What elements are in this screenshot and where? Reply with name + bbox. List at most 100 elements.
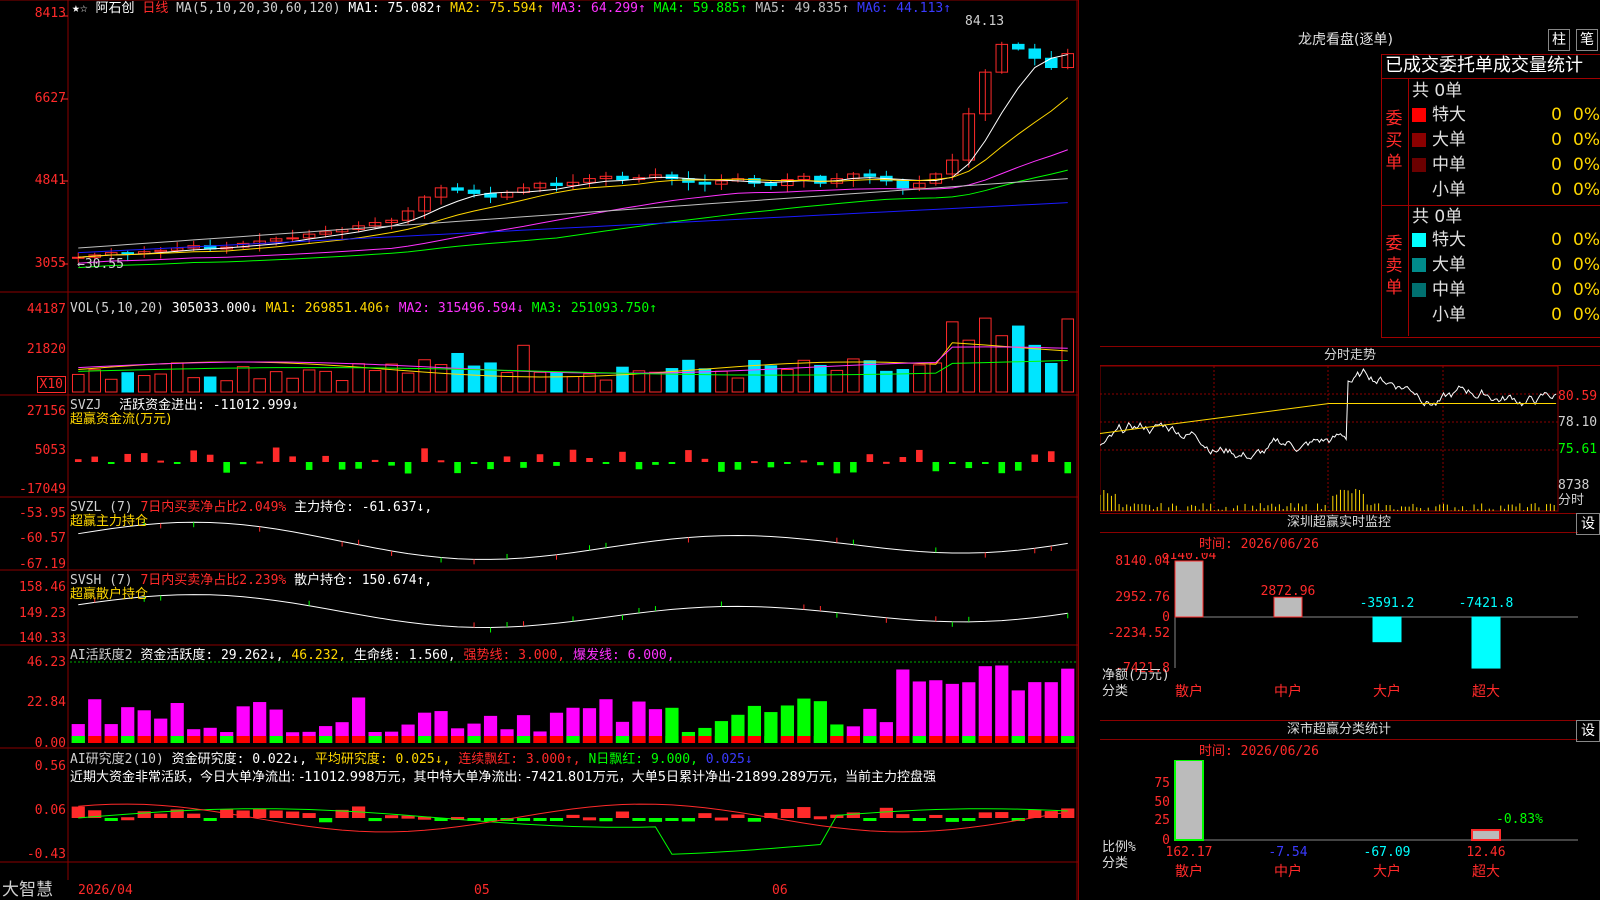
category-label: 超大 [1472, 684, 1500, 700]
lhb-subtitle: 已成交委托单成交量统计 [1385, 55, 1583, 76]
sell-side-label: 委卖单 [1385, 234, 1403, 298]
category-label: 中户 [1274, 863, 1302, 880]
sz-stats-time: 时间: 2026/06/26 [1199, 744, 1319, 759]
flow-bar [421, 448, 428, 462]
flow-bar [1014, 462, 1022, 471]
ma6-value: MA6: 44.113↑ [857, 1, 952, 16]
flow-bar [520, 462, 527, 468]
category-label: 中户 [1274, 683, 1302, 700]
ytick: -17049 [19, 482, 66, 497]
svzl-line [78, 521, 1068, 560]
tick-mode-button[interactable]: 笔 [1576, 29, 1598, 51]
research-bar [368, 818, 382, 822]
order-row: 特大 0 0% [1412, 104, 1600, 126]
candle [467, 189, 481, 194]
flow-bar [932, 462, 940, 472]
sz-monitor-settings-button[interactable]: 设 [1576, 513, 1600, 535]
volume-bar [896, 369, 910, 393]
svsh-sub: 超赢散户持仓 [70, 587, 149, 602]
ytick: 8413 [34, 6, 66, 21]
buy-total: 共 0单 [1412, 81, 1463, 101]
volume-bar [682, 359, 695, 393]
activity-base [302, 736, 316, 743]
volume-bar [302, 369, 316, 393]
order-label: 特大 [1432, 230, 1466, 250]
flow-bar [338, 462, 346, 470]
activity-base [863, 736, 877, 743]
intraday-chart[interactable] [1100, 366, 1600, 512]
activity-base [154, 736, 168, 743]
ytick: 46.23 [26, 655, 66, 670]
volume-bar [418, 359, 431, 393]
sz-monitor-time: 时间: 2026/06/26 [1199, 537, 1319, 552]
ytick: 44187 [26, 302, 66, 317]
svsh-header: SVSH (7) 7日内买卖净占比2.239% 散户持仓: 150.674↑, [70, 573, 432, 588]
star-icon[interactable]: ★☆ [72, 1, 88, 16]
order-count: 0 [1551, 280, 1562, 300]
svzj-header: SVZJ 活跃资金进出: -11012.999↓ [70, 398, 299, 413]
color-swatch [1412, 258, 1426, 272]
stock-name[interactable]: 阿石创 [95, 1, 134, 16]
research-bar [599, 818, 613, 822]
volume-bar [1012, 325, 1025, 393]
svzl-hold: 主力持仓: -61.637↓, [294, 500, 433, 515]
volume-bar [616, 366, 629, 393]
activity-bar [929, 680, 943, 743]
category-label: 超大 [1472, 864, 1500, 880]
candle [286, 237, 299, 240]
ytick: 140.33 [19, 631, 66, 646]
activity-base [483, 736, 498, 743]
activity-bar [978, 666, 992, 743]
flow-bar [866, 454, 874, 462]
order-row: 小单 0 0% [1412, 179, 1600, 201]
ai2-l2: 平均研究度: 0.025↓, [314, 752, 451, 767]
flow-bar [553, 462, 560, 466]
volume-bar [236, 366, 250, 393]
period-label[interactable]: 日线 [142, 1, 168, 16]
volume-bar [781, 368, 794, 393]
value-label: 162.17 [1166, 845, 1213, 860]
ytick: 0 [1162, 610, 1170, 625]
research-bar [879, 807, 893, 818]
brand-label[interactable]: 大智慧 [2, 880, 53, 900]
research-bar [71, 806, 85, 818]
sz-stats-settings-button[interactable]: 设 [1576, 720, 1600, 742]
activity-base [566, 736, 580, 743]
volume-bar [269, 371, 283, 393]
volume-bar [335, 380, 349, 393]
flow-bar [751, 461, 758, 464]
candle [1044, 57, 1058, 69]
volume-bar [451, 352, 464, 393]
research-bar [846, 812, 860, 818]
order-count: 0 [1551, 305, 1562, 325]
activity-base [714, 736, 729, 743]
volume-bar [863, 360, 877, 393]
ratio-bar [1174, 760, 1204, 841]
intraday-title: 分时走势 [1100, 346, 1600, 366]
volume-bar [566, 376, 580, 393]
volume-bar [913, 364, 926, 393]
activity-base [533, 736, 547, 743]
research-bar [269, 810, 283, 818]
volume-bar [929, 362, 943, 393]
svsh-hold: 散户持仓: 150.674↑, [294, 573, 433, 588]
research-bar [863, 818, 877, 821]
activity-base [681, 736, 696, 743]
activity-base [648, 736, 663, 743]
research-bar [813, 816, 827, 820]
candle [863, 173, 877, 177]
intraday-low: 75.61 [1558, 442, 1598, 457]
sz-stats-title: 深市超赢分类统计 [1100, 720, 1578, 740]
volume-bar [962, 339, 976, 393]
research-bar [780, 808, 794, 818]
intraday-high: 80.59 [1558, 389, 1598, 404]
svsh-ratio: 7日内买卖净占比2.239% [140, 573, 287, 588]
order-label: 小单 [1432, 180, 1466, 200]
vol-header: VOL(5,10,20) 305033.000↓ MA1: 269851.406… [70, 301, 657, 316]
flow-bar [256, 461, 263, 464]
svzj-value: 活跃资金进出: -11012.999↓ [119, 398, 299, 413]
bar-mode-button[interactable]: 柱 [1548, 29, 1570, 51]
research-bar [533, 818, 547, 821]
order-percent: 0% [1573, 230, 1600, 250]
x-axis-title: 分类 [1102, 684, 1128, 699]
